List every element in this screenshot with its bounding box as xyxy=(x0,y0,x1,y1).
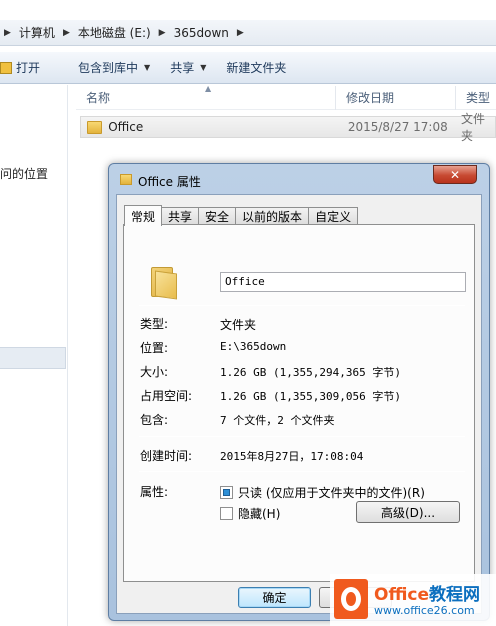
share-button[interactable]: 共享 ▼ xyxy=(160,55,216,81)
share-label: 共享 xyxy=(170,61,195,75)
hidden-checkbox[interactable] xyxy=(220,507,233,520)
close-button[interactable]: ✕ xyxy=(433,165,477,184)
attributes-label: 属性: xyxy=(140,485,169,499)
tab-previous-versions[interactable]: 以前的版本 xyxy=(235,207,310,225)
location-value: E:\365down xyxy=(220,340,287,353)
open-button[interactable]: 打开 xyxy=(0,55,50,81)
breadcrumb-drive[interactable]: 本地磁盘 (E:) xyxy=(74,22,155,44)
size-on-disk-label: 占用空间: xyxy=(140,389,193,403)
breadcrumb-separator-icon[interactable]: ▶ xyxy=(155,28,170,38)
breadcrumb-separator-icon[interactable]: ▶ xyxy=(233,28,248,38)
divider xyxy=(139,471,465,472)
watermark: Office教程网 www.office26.com xyxy=(330,574,496,626)
folder-icon xyxy=(120,174,132,185)
include-in-library-label: 包含到库中 xyxy=(78,61,139,75)
address-bar[interactable]: ▶ 计算机 ▶ 本地磁盘 (E:) ▶ 365down ▶ xyxy=(0,20,496,46)
general-tab-panel: Office 类型: 文件夹 位置: E:\365down 大小: 1.26 G… xyxy=(123,224,475,582)
tab-customize[interactable]: 自定义 xyxy=(308,207,359,225)
new-folder-button[interactable]: 新建文件夹 xyxy=(216,55,296,81)
file-date: 2015/8/27 17:08 xyxy=(347,120,448,134)
command-bar: 打开 包含到库中 ▼ 共享 ▼ 新建文件夹 xyxy=(0,52,496,84)
readonly-checkbox[interactable] xyxy=(220,486,233,499)
created-value: 2015年8月27日，17:08:04 xyxy=(220,450,364,463)
open-label: 打开 xyxy=(16,61,41,75)
column-type[interactable]: 类型 xyxy=(456,86,496,110)
divider xyxy=(139,436,465,437)
type-value: 文件夹 xyxy=(220,318,257,332)
new-folder-label: 新建文件夹 xyxy=(226,61,287,75)
open-icon xyxy=(0,61,12,74)
size-label: 大小: xyxy=(140,365,169,379)
hidden-label[interactable]: 隐藏(H) xyxy=(238,505,280,522)
breadcrumb-separator-icon: ▶ xyxy=(4,27,11,38)
nav-item-selected[interactable] xyxy=(0,347,66,369)
watermark-title: Office教程网 xyxy=(374,585,481,605)
folder-icon xyxy=(151,267,177,300)
folder-name-input[interactable]: Office xyxy=(220,272,466,292)
size-value: 1.26 GB (1,355,294,365 字节) xyxy=(220,366,401,379)
file-name: Office xyxy=(108,120,144,134)
readonly-label[interactable]: 只读 (仅应用于文件夹中的文件)(R) xyxy=(238,484,425,501)
tab-strip: 常规 共享 安全 以前的版本 自定义 xyxy=(124,205,359,226)
location-label: 位置: xyxy=(140,341,169,355)
file-type: 文件夹 xyxy=(461,112,486,143)
office-logo-icon xyxy=(334,579,368,619)
nav-item-recent-places[interactable]: 问的位置 xyxy=(0,165,48,182)
column-headers: 名称 修改日期 类型 xyxy=(76,85,496,110)
tab-general[interactable]: 常规 xyxy=(124,205,163,226)
ok-button[interactable]: 确定 xyxy=(238,587,311,608)
properties-dialog: Office 属性 ✕ 常规 共享 安全 以前的版本 自定义 Office 类型… xyxy=(108,163,490,621)
advanced-button[interactable]: 高级(D)... xyxy=(356,501,460,523)
contains-value: 7 个文件，2 个文件夹 xyxy=(220,414,335,427)
size-on-disk-value: 1.26 GB (1,355,309,056 字节) xyxy=(220,390,401,403)
navigation-pane[interactable]: 问的位置 xyxy=(0,85,68,626)
chevron-down-icon: ▼ xyxy=(200,63,207,72)
chevron-down-icon: ▼ xyxy=(144,63,151,72)
dialog-title: Office 属性 xyxy=(138,175,201,189)
file-row-office[interactable]: Office 2015/8/27 17:08 文件夹 xyxy=(80,112,496,143)
column-date[interactable]: 修改日期 xyxy=(336,85,456,110)
close-icon: ✕ xyxy=(449,167,461,182)
created-label: 创建时间: xyxy=(140,449,193,463)
tab-sharing[interactable]: 共享 xyxy=(161,207,200,225)
contains-label: 包含: xyxy=(140,413,169,427)
dialog-titlebar[interactable]: Office 属性 ✕ xyxy=(109,164,489,194)
breadcrumb-separator-icon[interactable]: ▶ xyxy=(59,28,74,38)
breadcrumb-folder[interactable]: 365down xyxy=(170,22,233,44)
tab-security[interactable]: 安全 xyxy=(198,207,237,225)
divider xyxy=(139,305,465,306)
type-label: 类型: xyxy=(140,317,169,331)
include-in-library-button[interactable]: 包含到库中 ▼ xyxy=(68,55,160,81)
folder-icon xyxy=(87,120,103,134)
watermark-url: www.office26.com xyxy=(374,604,475,617)
breadcrumb-computer[interactable]: 计算机 xyxy=(15,22,59,44)
dialog-client: 常规 共享 安全 以前的版本 自定义 Office 类型: 文件夹 位置: E:… xyxy=(116,194,482,614)
column-name[interactable]: 名称 xyxy=(76,85,336,110)
